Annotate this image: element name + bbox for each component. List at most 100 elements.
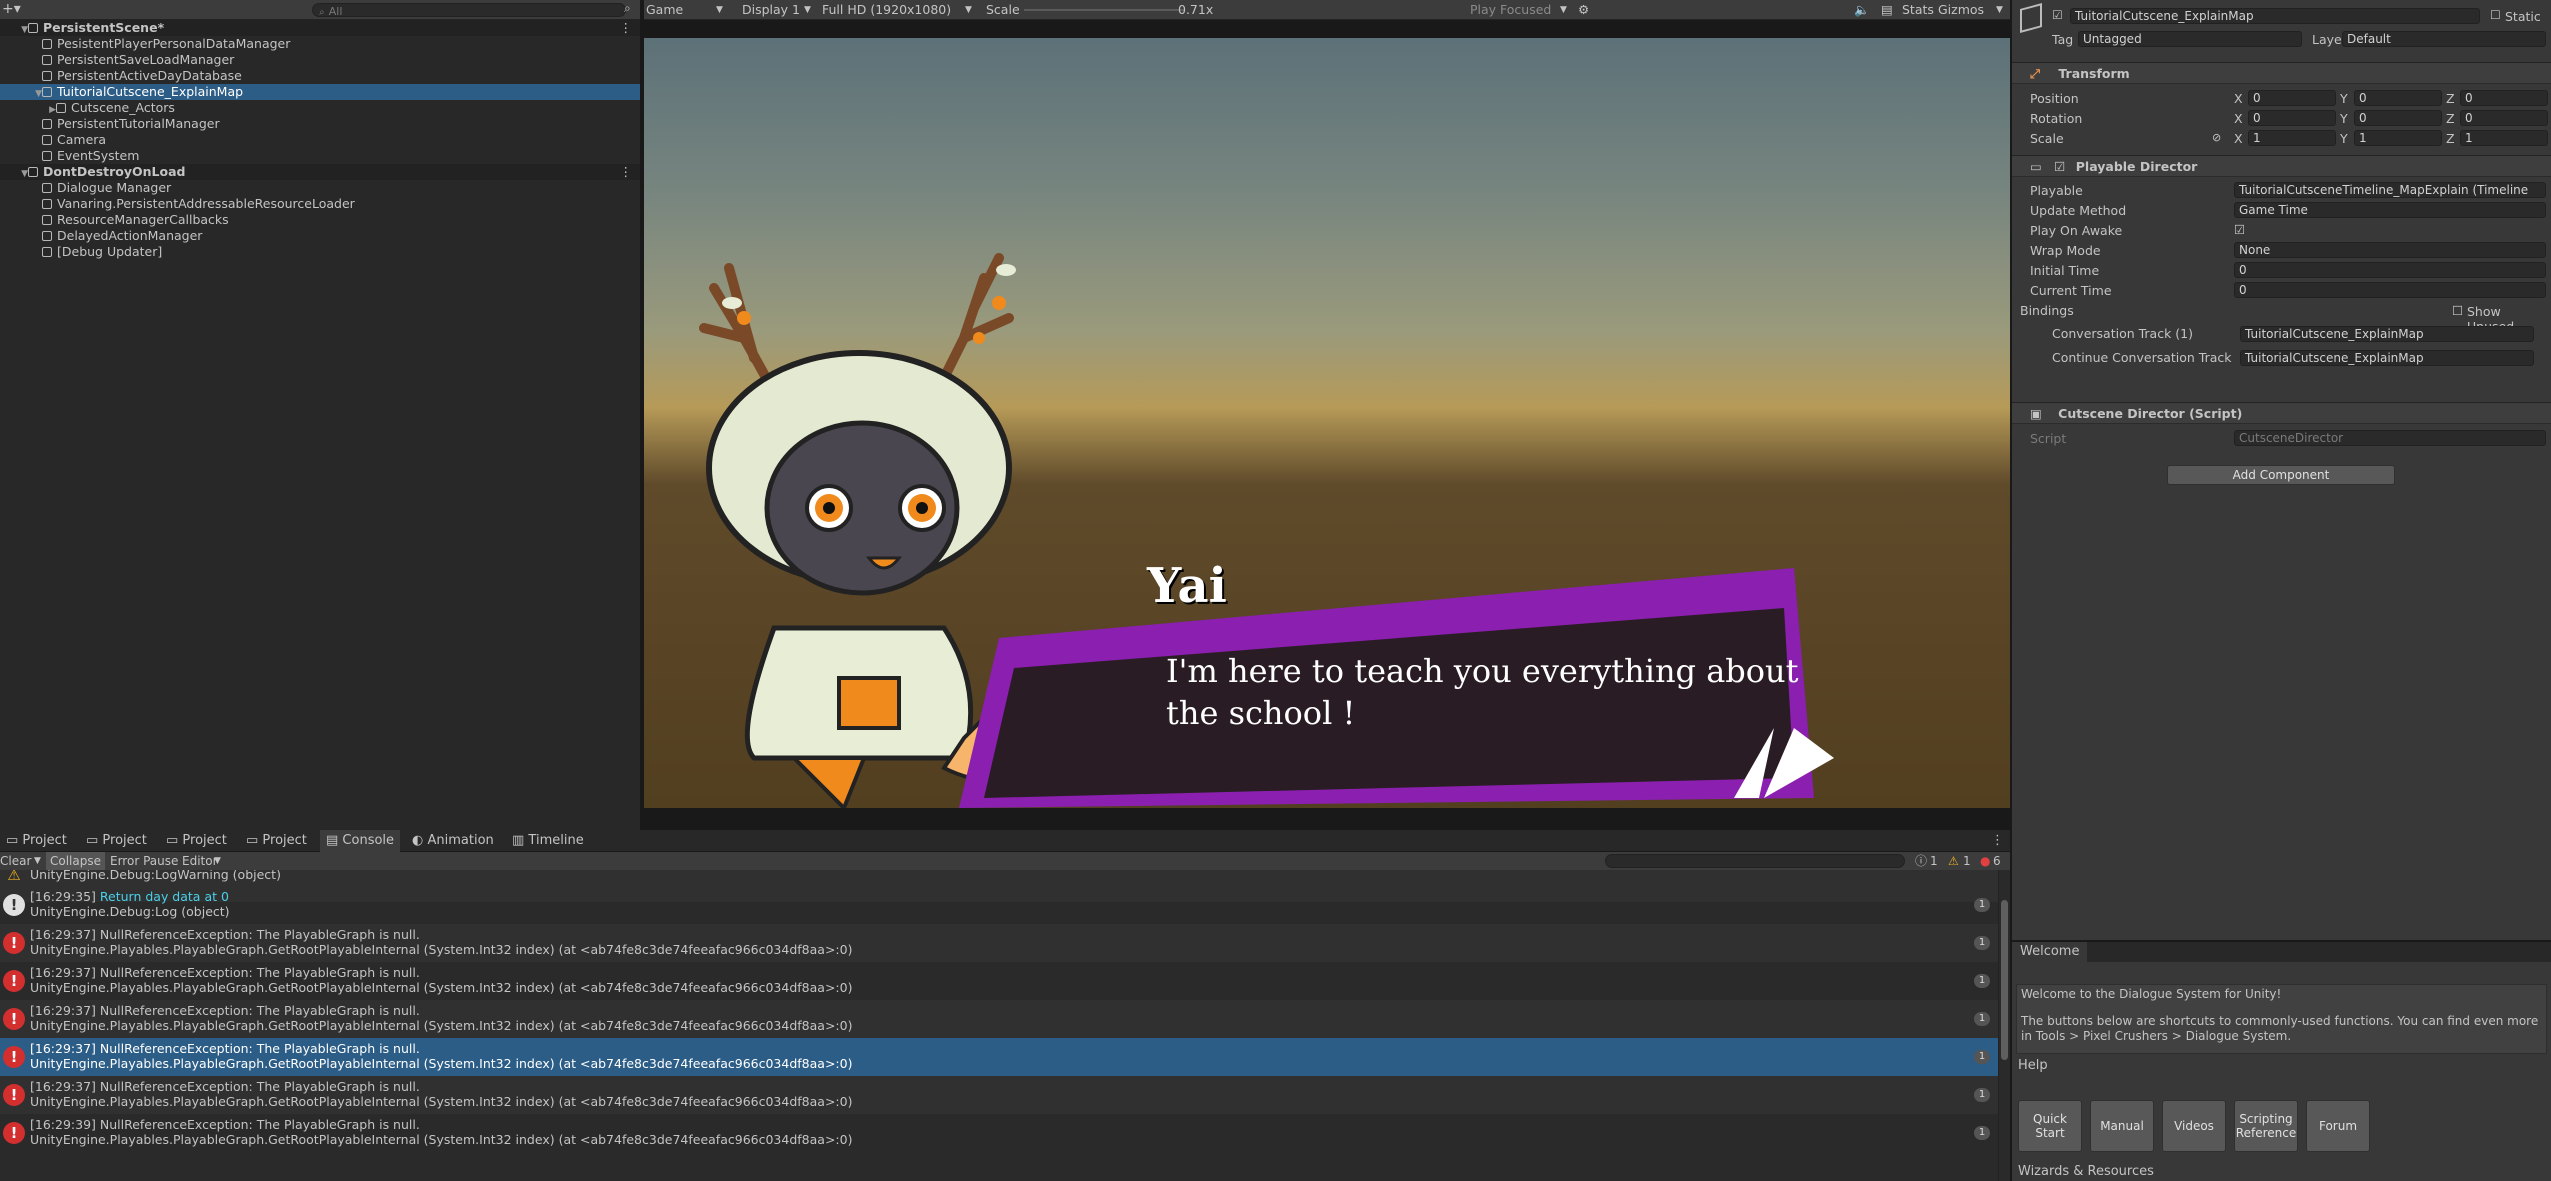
axis-x-label[interactable]: X (2234, 131, 2243, 146)
play-mode-dropdown[interactable]: Play Focused (1470, 0, 1551, 20)
resolution-dropdown[interactable]: Full HD (1920x1080) (822, 0, 951, 20)
editor-dropdown[interactable]: Editor (182, 852, 218, 870)
active-checkbox[interactable]: ☑ (2052, 8, 2063, 22)
console-entry[interactable]: ! [16:29:37] NullReferenceException: The … (0, 924, 1998, 962)
tab-animation[interactable]: ◐ Animation (406, 830, 500, 852)
hierarchy-item[interactable]: ▼ TuitorialCutscene_ExplainMap (0, 84, 640, 100)
hierarchy-item[interactable]: Camera (0, 132, 640, 148)
console-entry[interactable]: ! [16:29:37] NullReferenceException: The … (0, 1076, 1998, 1114)
tag-dropdown[interactable]: Untagged (2078, 31, 2302, 47)
transform-header[interactable]: ⤢ Transform (2012, 62, 2551, 84)
show-unused-checkbox[interactable]: ☐ (2452, 303, 2463, 318)
tab-project[interactable]: ▭ Project (160, 830, 233, 852)
add-icon[interactable]: +▾ (2, 0, 21, 18)
hierarchy-item[interactable]: Vanaring.PersistentAddressableResourceLo… (0, 196, 640, 212)
transform-scl-z-field[interactable]: 1 (2460, 130, 2548, 146)
console-entry[interactable]: ! [16:29:37] NullReferenceException: The … (0, 962, 1998, 1000)
tab-project[interactable]: ▭ Project (240, 830, 313, 852)
axis-y-label[interactable]: Y (2340, 111, 2348, 126)
console-scrollbar[interactable] (1998, 870, 2010, 1181)
stats-button[interactable]: Stats (1902, 0, 1934, 20)
console-entry[interactable]: ! [16:29:35] Return day data at 0 UnityEng… (0, 886, 1998, 924)
object-name-field[interactable]: TuitorialCutscene_ExplainMap (2070, 8, 2480, 24)
scale-slider[interactable] (1024, 9, 1184, 11)
update-method-dropdown[interactable]: Game Time (2234, 202, 2546, 218)
hierarchy-item[interactable]: EventSystem (0, 148, 640, 164)
welcome-button[interactable]: Manual (2090, 1100, 2154, 1152)
playable-field[interactable]: TuitorialCutsceneTimeline_MapExplain (Ti… (2234, 182, 2546, 198)
hierarchy-scene[interactable]: ▼ PersistentScene* ⋮ (0, 20, 640, 36)
static-checkbox[interactable]: ☐ (2490, 8, 2501, 22)
tab-project[interactable]: ▭ Project (80, 830, 153, 852)
binding2-field[interactable]: TuitorialCutscene_ExplainMap (2240, 350, 2534, 366)
clear-button[interactable]: Clear (0, 852, 31, 870)
transform-rot-z-field[interactable]: 0 (2460, 110, 2548, 126)
view-dropdown[interactable]: Game (646, 0, 683, 20)
welcome-button[interactable]: Scripting Reference (2234, 1100, 2298, 1152)
tab-project[interactable]: ▭ Project (0, 830, 73, 852)
hierarchy-item[interactable]: PersistentTutorialManager (0, 116, 640, 132)
hierarchy-item[interactable]: ResourceManagerCallbacks (0, 212, 640, 228)
hierarchy-item[interactable]: PesistentPlayerPersonalDataManager (0, 36, 640, 52)
axis-y-label[interactable]: Y (2340, 131, 2348, 146)
tab-timeline[interactable]: ▥ Timeline (506, 830, 590, 852)
display-dropdown[interactable]: Display 1 (742, 0, 800, 20)
play-on-awake-checkbox[interactable]: ☑ (2234, 222, 2245, 237)
transform-pos-x-field[interactable]: 0 (2248, 90, 2336, 106)
dialogue-text[interactable]: I'm here to teach you everything about t… (1166, 650, 1806, 734)
add-component-button[interactable]: Add Component (2167, 465, 2395, 485)
gizmos-button[interactable]: Gizmos (1938, 0, 1984, 20)
axis-x-label[interactable]: X (2234, 91, 2243, 106)
console-log-list[interactable]: ⚠ UnityEngine.Debug:LogWarning (object)! [… (0, 870, 1998, 1181)
current-time-field[interactable]: 0 (2234, 282, 2546, 298)
more-icon[interactable]: ⋮ (620, 20, 633, 36)
audio-icon[interactable]: 🔈 (1854, 0, 1870, 20)
tab-console[interactable]: ▤ Console (320, 830, 401, 852)
axis-z-label[interactable]: Z (2446, 91, 2455, 106)
console-entry[interactable]: ! [16:29:39] NullReferenceException: The … (0, 1114, 1998, 1152)
info-icon[interactable]: ⓘ (1915, 852, 1927, 870)
transform-rot-x-field[interactable]: 0 (2248, 110, 2336, 126)
welcome-button[interactable]: Videos (2162, 1100, 2226, 1152)
error-icon[interactable]: ● (1980, 852, 1990, 870)
more-icon[interactable]: ⋮ (1991, 830, 2004, 852)
component-enable-checkbox[interactable]: ☑ (2054, 159, 2065, 174)
layout-icon[interactable]: ▤ (1881, 0, 1893, 20)
hierarchy-item[interactable]: DelayedActionManager (0, 228, 640, 244)
error-pause-button[interactable]: Error Pause (110, 852, 178, 870)
hierarchy-search-input[interactable]: ⌕ All (312, 3, 626, 18)
hierarchy-item[interactable]: Dialogue Manager (0, 180, 640, 196)
tab-welcome[interactable]: Welcome (2012, 942, 2088, 962)
binding1-field[interactable]: TuitorialCutscene_ExplainMap (2240, 326, 2534, 342)
bindings-foldout[interactable]: Bindings (2020, 303, 2074, 318)
link-icon[interactable]: ⊘ (2212, 131, 2221, 144)
console-entry[interactable]: ! [16:29:37] NullReferenceException: The … (0, 1038, 1998, 1076)
scrollbar-thumb[interactable] (2001, 900, 2008, 1060)
axis-z-label[interactable]: Z (2446, 131, 2455, 146)
hierarchy-item[interactable]: [Debug Updater] (0, 244, 640, 260)
console-entry[interactable]: ! [16:29:37] NullReferenceException: The … (0, 1000, 1998, 1038)
hierarchy-item[interactable]: PersistentActiveDayDatabase (0, 68, 640, 84)
layer-dropdown[interactable]: Default (2342, 31, 2546, 47)
transform-pos-z-field[interactable]: 0 (2460, 90, 2548, 106)
warning-icon[interactable]: ⚠ (1948, 852, 1959, 870)
more-icon[interactable]: ⋮ (620, 164, 633, 180)
collapse-button[interactable]: Collapse (46, 852, 105, 870)
hierarchy-scene[interactable]: ▼ DontDestroyOnLoad ⋮ (0, 164, 640, 180)
hierarchy-item[interactable]: ▶ Cutscene_Actors (0, 100, 640, 116)
axis-z-label[interactable]: Z (2446, 111, 2455, 126)
search-scene-icon[interactable]: ⌕ (624, 1, 631, 16)
initial-time-field[interactable]: 0 (2234, 262, 2546, 278)
transform-rot-y-field[interactable]: 0 (2354, 110, 2442, 126)
console-search-input[interactable] (1605, 854, 1905, 868)
transform-scl-y-field[interactable]: 1 (2354, 130, 2442, 146)
welcome-button[interactable]: Forum (2306, 1100, 2370, 1152)
wrap-mode-dropdown[interactable]: None (2234, 242, 2546, 258)
hierarchy-item[interactable]: PersistentSaveLoadManager (0, 52, 640, 68)
transform-pos-y-field[interactable]: 0 (2354, 90, 2442, 106)
mute-icon[interactable]: ⚙ (1578, 0, 1589, 20)
transform-scl-x-field[interactable]: 1 (2248, 130, 2336, 146)
welcome-button[interactable]: Quick Start (2018, 1100, 2082, 1152)
axis-x-label[interactable]: X (2234, 111, 2243, 126)
axis-y-label[interactable]: Y (2340, 91, 2348, 106)
